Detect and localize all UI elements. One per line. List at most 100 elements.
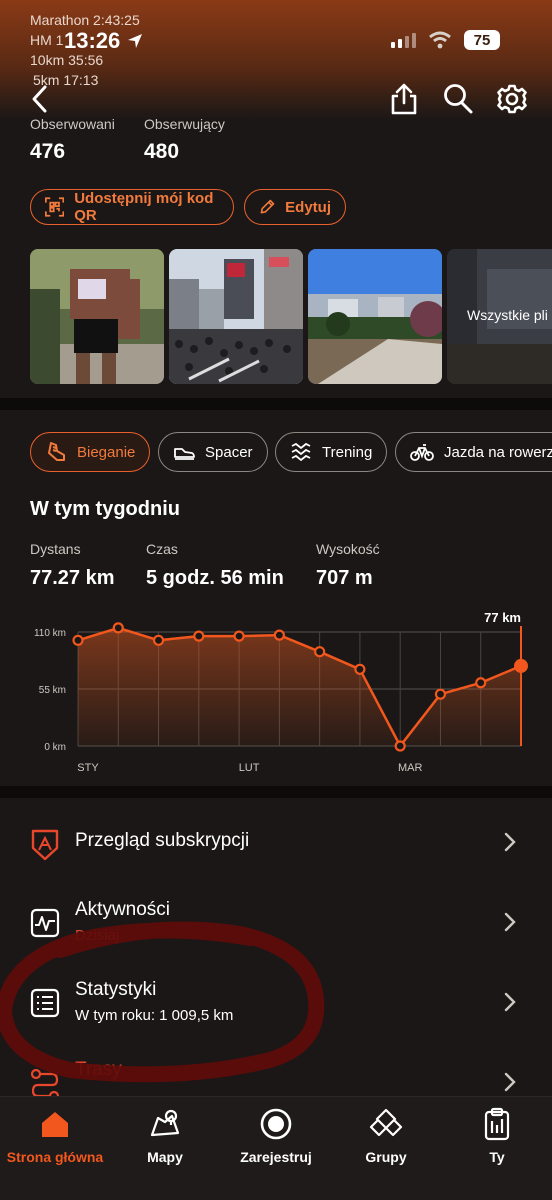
tab-label: Strona główna	[6, 1149, 104, 1165]
photo-thumbnail[interactable]	[308, 249, 442, 384]
photo-thumbnail[interactable]	[169, 249, 303, 384]
location-arrow-icon	[128, 34, 143, 48]
tab-walk[interactable]: Spacer	[158, 432, 268, 472]
profile-clipboard-icon	[484, 1107, 510, 1141]
subscription-badge-icon	[31, 829, 59, 861]
map-icon	[150, 1109, 180, 1137]
share-qr-button[interactable]: Udostępnij mój kod QR	[30, 189, 234, 225]
tab-label: Jazda na rowerze	[444, 443, 552, 461]
statistics-list-icon	[30, 988, 60, 1018]
chevron-right-icon	[504, 912, 516, 932]
week-summary-title: W tym tygodniu	[30, 498, 180, 520]
back-arrow-icon[interactable]	[28, 82, 52, 116]
pencil-icon	[260, 199, 275, 214]
menu-item-activities[interactable]: Aktywności Dzisiaj	[0, 884, 552, 962]
overlay-line: Marathon 2:43:25	[30, 12, 140, 28]
following-label: Obserwowani	[30, 116, 115, 132]
running-shoe-icon	[48, 442, 65, 461]
weekly-distance-chart[interactable]: 110 km 55 km 0 km STY LUT MAR 77 km	[0, 600, 552, 790]
menu-item-subscription[interactable]: Przegląd subskrypcji	[0, 804, 552, 882]
edit-label: Edytuj	[285, 198, 331, 216]
settings-gear-icon[interactable]	[496, 82, 528, 116]
chart-data-point	[112, 622, 124, 634]
y-tick-label: 55 km	[39, 685, 66, 696]
tab-label: Mapy	[147, 1149, 183, 1165]
photo-strip: Wszystkie pli	[30, 249, 552, 384]
tab-label: Grupy	[365, 1149, 407, 1165]
workout-waves-icon	[291, 442, 311, 462]
tab-label: Spacer	[205, 443, 253, 461]
followers-stat[interactable]: Obserwujący 480	[144, 116, 225, 164]
chart-data-point	[475, 677, 487, 689]
time-stat: Czas 5 godz. 56 min	[146, 541, 284, 590]
chart-data-point	[394, 740, 406, 752]
activity-chart-icon	[30, 908, 60, 938]
chart-data-point	[233, 630, 245, 642]
x-month-label: MAR	[398, 762, 423, 774]
sport-filter-tabs: Bieganie Spacer Trening Jazda na rowerze	[30, 432, 552, 474]
chevron-right-icon	[504, 1072, 516, 1092]
following-count: 476	[30, 140, 66, 163]
menu-item-subtitle: W tym roku: 1 009,5 km	[75, 1007, 234, 1024]
all-photos-label: Wszystkie pli	[467, 307, 548, 323]
search-icon[interactable]	[442, 82, 474, 116]
section-divider	[0, 786, 552, 798]
chart-data-point	[273, 629, 285, 641]
qr-code-icon	[45, 197, 65, 217]
photo-thumbnail[interactable]	[30, 249, 164, 384]
stat-value: 707 m	[316, 567, 373, 589]
followers-label: Obserwujący	[144, 116, 225, 132]
chart-data-point	[72, 634, 84, 646]
tab-cycling[interactable]: Jazda na rowerze	[395, 432, 552, 472]
tab-you[interactable]: Ty	[442, 1107, 552, 1165]
tab-running[interactable]: Bieganie	[30, 432, 151, 472]
tab-workout[interactable]: Trening	[275, 432, 388, 472]
section-divider	[0, 398, 552, 410]
walking-shoe-icon	[174, 448, 195, 460]
record-icon	[260, 1108, 292, 1140]
followers-count: 480	[144, 140, 180, 163]
share-icon[interactable]	[389, 82, 419, 116]
clock: 13:26	[64, 28, 144, 54]
tab-label: Bieganie	[77, 443, 136, 461]
signal-icon	[391, 32, 416, 48]
tab-label: Trening	[322, 443, 373, 461]
y-tick-label: 0 km	[44, 742, 66, 753]
edit-profile-button[interactable]: Edytuj	[244, 189, 346, 225]
chart-data-point	[434, 688, 447, 700]
menu-item-title: Przegląd subskrypcji	[75, 830, 250, 851]
stat-label: Czas	[146, 541, 178, 557]
chart-data-point	[314, 646, 326, 658]
tab-groups[interactable]: Grupy	[331, 1107, 441, 1165]
wifi-icon	[429, 31, 451, 49]
stat-value: 77.27 km	[30, 567, 115, 589]
menu-item-title: Statystyki	[75, 979, 157, 1000]
menu-item-title: Trasy	[75, 1059, 122, 1080]
bicycle-icon	[410, 444, 434, 461]
menu-item-subtitle: Dzisiaj	[75, 927, 120, 944]
bottom-tab-bar: Strona główna Mapy Zarejestruj Grupy Ty	[0, 1096, 552, 1200]
elevation-stat: Wysokość 707 m	[316, 541, 380, 590]
tab-home[interactable]: Strona główna	[0, 1107, 110, 1165]
all-photos-tile[interactable]: Wszystkie pli	[447, 249, 552, 384]
stat-value: 5 godz. 56 min	[146, 567, 284, 589]
x-month-label: STY	[77, 762, 99, 774]
home-icon	[42, 1112, 68, 1137]
menu-item-title: Aktywności	[75, 899, 171, 920]
battery-indicator: 75	[464, 30, 500, 50]
tab-maps[interactable]: Mapy	[110, 1107, 220, 1165]
chevron-right-icon	[504, 992, 516, 1012]
status-icons: 75	[391, 30, 500, 50]
tab-record[interactable]: Zarejestruj	[221, 1107, 331, 1165]
chart-data-point	[152, 634, 165, 646]
tab-label: Ty	[489, 1149, 505, 1165]
clock-time: 13:26	[64, 28, 121, 53]
menu-item-statistics[interactable]: Statystyki W tym roku: 1 009,5 km	[0, 964, 552, 1042]
chart-data-point	[354, 663, 366, 675]
chevron-right-icon	[504, 832, 516, 852]
stat-label: Wysokość	[316, 541, 380, 557]
distance-stat: Dystans 77.27 km	[30, 541, 115, 590]
following-stat[interactable]: Obserwowani 476	[30, 116, 115, 164]
chart-data-point	[514, 658, 528, 673]
tab-label: Zarejestruj	[240, 1149, 312, 1165]
